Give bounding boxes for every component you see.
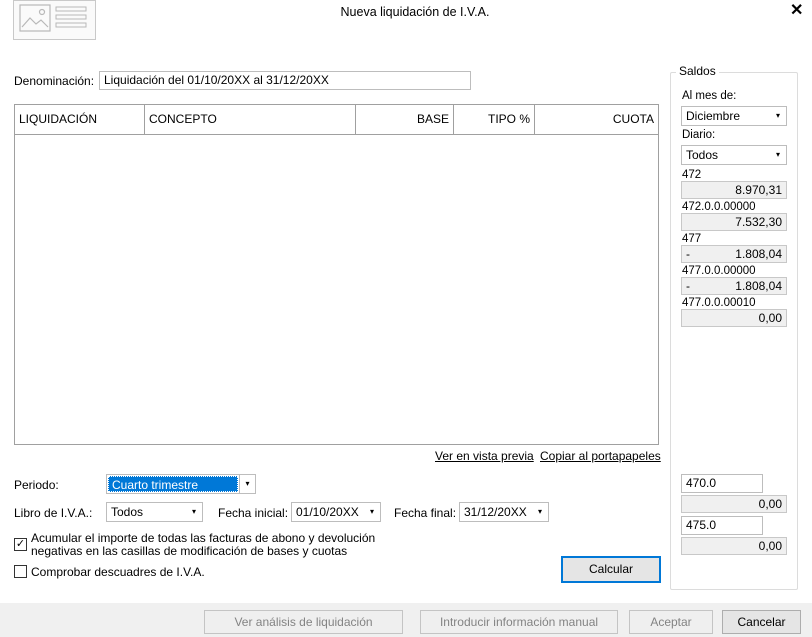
libro-iva-value: Todos [111, 505, 144, 519]
calcular-button[interactable]: Calcular [561, 556, 661, 583]
al-mes-select[interactable]: Diciembre ▾ [681, 106, 787, 126]
fecha-final-label: Fecha final: [394, 506, 457, 520]
saldos-title: Saldos [676, 64, 719, 78]
acumular-checkbox[interactable]: ✓ [14, 538, 27, 551]
account-balance: - 1.808,04 [681, 245, 787, 263]
periodo-label: Periodo: [14, 478, 59, 492]
balance-value: 1.808,04 [735, 247, 782, 261]
diario-select[interactable]: Todos ▾ [681, 145, 787, 165]
account-name: 472 [682, 169, 702, 181]
column-header-tipo[interactable]: TIPO % [454, 105, 535, 135]
balance-value: 1.808,04 [735, 279, 782, 293]
column-header-concepto[interactable]: CONCEPTO [145, 105, 356, 135]
ver-vista-previa-link[interactable]: Ver en vista previa [435, 449, 534, 463]
libro-iva-label: Libro de I.V.A.: [14, 506, 93, 520]
account-470-balance: 0,00 [681, 495, 787, 513]
account-name: 472.0.0.00000 [682, 201, 756, 213]
account-name: 477 [682, 233, 702, 245]
aceptar-button[interactable]: Aceptar [629, 610, 713, 634]
fecha-inicial-picker[interactable]: 01/10/20XX ▾ [291, 502, 381, 522]
account-balance: 8.970,31 [681, 181, 787, 199]
account-475-balance: 0,00 [681, 537, 787, 555]
balance-sign: - [686, 279, 690, 293]
close-icon[interactable]: ✕ [790, 0, 803, 20]
account-475-input[interactable]: 475.0 [681, 516, 763, 535]
fecha-final-value: 31/12/20XX [464, 505, 527, 519]
balance-value: 8.970,31 [735, 183, 782, 197]
window-title: Nueva liquidación de I.V.A. [340, 5, 490, 19]
fecha-inicial-value: 01/10/20XX [296, 505, 359, 519]
account-470-input[interactable]: 470.0 [681, 474, 763, 493]
column-header-liquidacion[interactable]: LIQUIDACIÓN [15, 105, 145, 135]
al-mes-value: Diciembre [686, 109, 741, 123]
introducir-manual-button[interactable]: Introducir información manual [420, 610, 618, 634]
cancelar-button[interactable]: Cancelar [722, 610, 801, 634]
chevron-down-icon: ▾ [239, 475, 255, 493]
al-mes-label: Al mes de: [682, 90, 737, 102]
denominacion-input[interactable]: Liquidación del 01/10/20XX al 31/12/20XX [99, 71, 471, 90]
acumular-label: Acumular el importe de todas las factura… [31, 532, 375, 558]
balance-sign: - [686, 247, 690, 261]
account-name: 477.0.0.00000 [682, 265, 756, 277]
libro-iva-select[interactable]: Todos ▾ [106, 502, 203, 522]
liquidacion-table[interactable]: LIQUIDACIÓN CONCEPTO BASE TIPO % CUOTA [14, 104, 659, 445]
account-balance: - 1.808,04 [681, 277, 787, 295]
balance-value: 0,00 [758, 311, 782, 325]
chevron-down-icon: ▾ [369, 507, 374, 516]
acumular-label-line2: negativas en las casillas de modificació… [31, 544, 348, 558]
copiar-portapapeles-link[interactable]: Copiar al portapapeles [540, 449, 661, 463]
periodo-select[interactable]: Cuarto trimestre ▾ [106, 474, 256, 494]
table-header: LIQUIDACIÓN CONCEPTO BASE TIPO % CUOTA [15, 105, 658, 135]
chevron-down-icon: ▾ [191, 507, 196, 516]
chevron-down-icon: ▾ [775, 111, 780, 120]
denominacion-label: Denominación: [14, 74, 95, 88]
fecha-final-picker[interactable]: 31/12/20XX ▾ [459, 502, 549, 522]
ver-analisis-button[interactable]: Ver análisis de liquidación [204, 610, 403, 634]
column-header-cuota[interactable]: CUOTA [535, 105, 658, 135]
diario-label: Diario: [682, 129, 716, 141]
diario-value: Todos [686, 148, 719, 162]
account-balance: 7.532,30 [681, 213, 787, 231]
chevron-down-icon: ▾ [775, 150, 780, 159]
column-header-base[interactable]: BASE [356, 105, 454, 135]
account-balance: 0,00 [681, 309, 787, 327]
chevron-down-icon: ▾ [537, 507, 542, 516]
comprobar-label: Comprobar descuadres de I.V.A. [31, 565, 205, 579]
balance-value: 7.532,30 [735, 215, 782, 229]
comprobar-checkbox[interactable] [14, 565, 27, 578]
account-name: 477.0.0.00010 [682, 297, 756, 309]
fecha-inicial-label: Fecha inicial: [218, 506, 289, 520]
periodo-value: Cuarto trimestre [108, 476, 238, 492]
